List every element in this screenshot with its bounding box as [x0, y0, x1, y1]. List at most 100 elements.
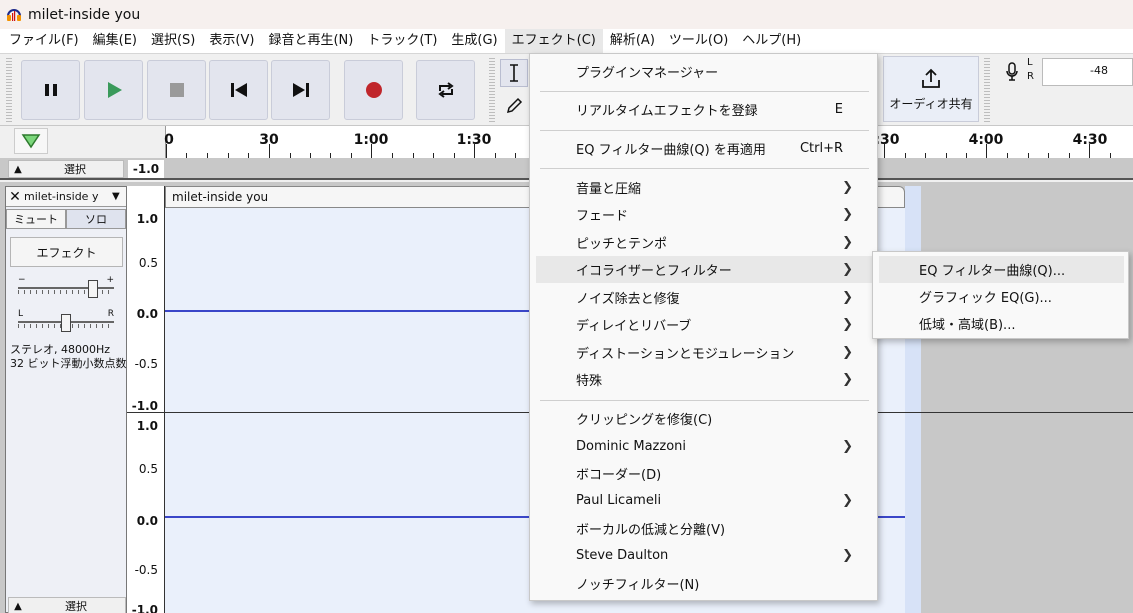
chevron-right-icon: ❯	[842, 262, 853, 277]
menu-edit[interactable]: 編集(E)	[86, 29, 144, 53]
chevron-right-icon: ❯	[842, 345, 853, 360]
audacity-window: milet-inside you ファイル(F) 編集(E) 選択(S) 表示(…	[0, 0, 1133, 613]
record-meter-button[interactable]	[998, 58, 1026, 86]
submenu-item-graphic-eq[interactable]: グラフィック EQ(G)...	[879, 283, 1124, 310]
track-rate-text: ステレオ, 48000Hz	[10, 343, 111, 356]
toolbar-grip[interactable]	[6, 58, 12, 122]
select-label: 選択	[64, 163, 86, 176]
track-format-text: 32 ビット浮動小数点数	[10, 357, 127, 370]
track-header: ✕ milet-inside y ▼	[6, 187, 126, 207]
menu-effect[interactable]: エフェクト(C)	[504, 29, 603, 53]
chevron-right-icon: ❯	[842, 372, 853, 387]
amp-label: 0.5	[138, 256, 158, 270]
share-audio-label: オーディオ共有	[889, 96, 973, 111]
collapse-select-button[interactable]: ▲ 選択	[8, 160, 124, 178]
menu-item-fade[interactable]: フェード ❯	[536, 201, 873, 228]
submenu-item-eq-curve[interactable]: EQ フィルター曲線(Q)...	[879, 256, 1124, 283]
recording-meter[interactable]: LR -48	[1027, 56, 1133, 86]
amp-label: -1.0	[131, 399, 158, 413]
menu-tools[interactable]: ツール(O)	[662, 29, 735, 53]
amp-label: -0.5	[134, 357, 158, 371]
shortcut-label: Ctrl+R	[799, 141, 843, 156]
solo-button[interactable]: ソロ	[66, 209, 126, 229]
amp-label: -1.0	[131, 603, 158, 613]
toolbar-grip[interactable]	[984, 58, 990, 122]
toolbar-grip[interactable]	[489, 58, 495, 122]
pause-button[interactable]	[21, 60, 80, 120]
menu-divider	[540, 130, 869, 131]
menu-bar: ファイル(F) 編集(E) 選択(S) 表示(V) 録音と再生(N) トラック(…	[0, 29, 1133, 53]
menu-item-vocoder[interactable]: ボコーダー(D)	[536, 460, 873, 487]
record-icon	[365, 82, 382, 98]
pan-left-label: L	[18, 309, 24, 319]
menu-divider	[540, 400, 869, 401]
amp-label: 0.5	[138, 462, 158, 476]
pan-thumb[interactable]	[61, 314, 71, 332]
menu-item-steve-daulton[interactable]: Steve Daulton ❯	[536, 542, 873, 569]
menu-item-dominic-mazzoni[interactable]: Dominic Mazzoni ❯	[536, 433, 873, 460]
track-select-label: 選択	[65, 600, 87, 613]
meter-scale[interactable]	[1042, 58, 1133, 86]
menu-item-volume-compression[interactable]: 音量と圧縮 ❯	[536, 174, 873, 201]
menu-item-special[interactable]: 特殊 ❯	[536, 366, 873, 393]
menu-item-reapply-eq[interactable]: EQ フィルター曲線(Q) を再適用 Ctrl+R	[536, 135, 873, 162]
menu-item-noise-repair[interactable]: ノイズ除去と修復 ❯	[536, 284, 873, 311]
pencil-icon	[506, 97, 523, 114]
menu-item-clip-fix[interactable]: クリッピングを修復(C)	[536, 405, 873, 432]
close-track-icon[interactable]: ✕	[6, 189, 24, 205]
menu-item-distortion-modulation[interactable]: ディストーションとモジュレーション ❯	[536, 339, 873, 366]
track-name-menu[interactable]: milet-inside y	[24, 190, 112, 203]
chevron-right-icon: ❯	[842, 548, 853, 563]
track-format-info: ステレオ, 48000Hz 32 ビット浮動小数点数	[10, 343, 127, 371]
triangle-down-icon	[21, 134, 41, 149]
menu-item-eq-filters[interactable]: イコライザーとフィルター ❯	[536, 256, 873, 283]
menu-generate[interactable]: 生成(G)	[444, 29, 504, 53]
play-button[interactable]	[84, 60, 143, 120]
microphone-icon	[1006, 62, 1018, 81]
skip-start-icon	[230, 83, 247, 97]
loop-button[interactable]	[416, 60, 475, 120]
submenu-item-bass-treble[interactable]: 低域・高域(B)...	[879, 310, 1124, 337]
window-title: milet-inside you	[28, 6, 141, 23]
pause-icon	[44, 84, 57, 96]
selection-tool[interactable]	[500, 59, 528, 87]
skip-to-end-button[interactable]	[271, 60, 330, 120]
chevron-down-icon[interactable]: ▼	[112, 191, 126, 202]
menu-analyze[interactable]: 解析(A)	[603, 29, 662, 53]
meter-right-label: R	[1027, 71, 1034, 82]
stop-button[interactable]	[147, 60, 206, 120]
menu-item-register-realtime-effect[interactable]: リアルタイムエフェクトを登録 E	[536, 96, 873, 123]
chevron-right-icon: ❯	[842, 493, 853, 508]
menu-item-vocal-reduction[interactable]: ボーカルの低減と分離(V)	[536, 515, 873, 542]
menu-item-paul-licameli[interactable]: Paul Licameli ❯	[536, 487, 873, 514]
menu-file[interactable]: ファイル(F)	[2, 29, 86, 53]
menu-view[interactable]: 表示(V)	[202, 29, 261, 53]
play-head-marker[interactable]	[14, 128, 48, 154]
amp-label: 0.0	[136, 307, 158, 321]
menu-tracks[interactable]: トラック(T)	[360, 29, 444, 53]
gain-slider[interactable]: − +	[18, 275, 114, 298]
pan-slider[interactable]: L R	[18, 309, 114, 332]
amp-label: 1.0	[136, 212, 158, 226]
menu-transport[interactable]: 録音と再生(N)	[261, 29, 360, 53]
share-audio-button[interactable]: オーディオ共有	[883, 56, 979, 122]
amplitude-ruler[interactable]: 1.0 0.5 0.0 -0.5 -1.0 1.0 0.5 0.0 -0.5 -…	[127, 186, 165, 613]
menu-item-delay-reverb[interactable]: ディレイとリバーブ ❯	[536, 311, 873, 338]
menu-divider	[540, 91, 869, 92]
track-effects-button[interactable]: エフェクト	[10, 237, 123, 267]
triangle-up-icon: ▲	[14, 600, 22, 612]
meter-db-label: -48	[1090, 64, 1108, 77]
menu-item-pitch-tempo[interactable]: ピッチとテンポ ❯	[536, 229, 873, 256]
draw-tool[interactable]	[500, 92, 528, 120]
menu-select[interactable]: 選択(S)	[144, 29, 202, 53]
mute-button[interactable]: ミュート	[6, 209, 66, 229]
eq-filters-submenu: EQ フィルター曲線(Q)... グラフィック EQ(G)... 低域・高域(B…	[872, 251, 1129, 339]
skip-to-start-button[interactable]	[209, 60, 268, 120]
record-button[interactable]	[344, 60, 403, 120]
track-select-button[interactable]: ▲ 選択	[8, 597, 126, 613]
menu-help[interactable]: ヘルプ(H)	[735, 29, 808, 53]
amp-label: -0.5	[134, 563, 158, 577]
menu-item-plugin-manager[interactable]: プラグインマネージャー	[536, 58, 873, 85]
gain-thumb[interactable]	[88, 280, 98, 298]
menu-item-notch-filter[interactable]: ノッチフィルター(N)	[536, 570, 873, 597]
